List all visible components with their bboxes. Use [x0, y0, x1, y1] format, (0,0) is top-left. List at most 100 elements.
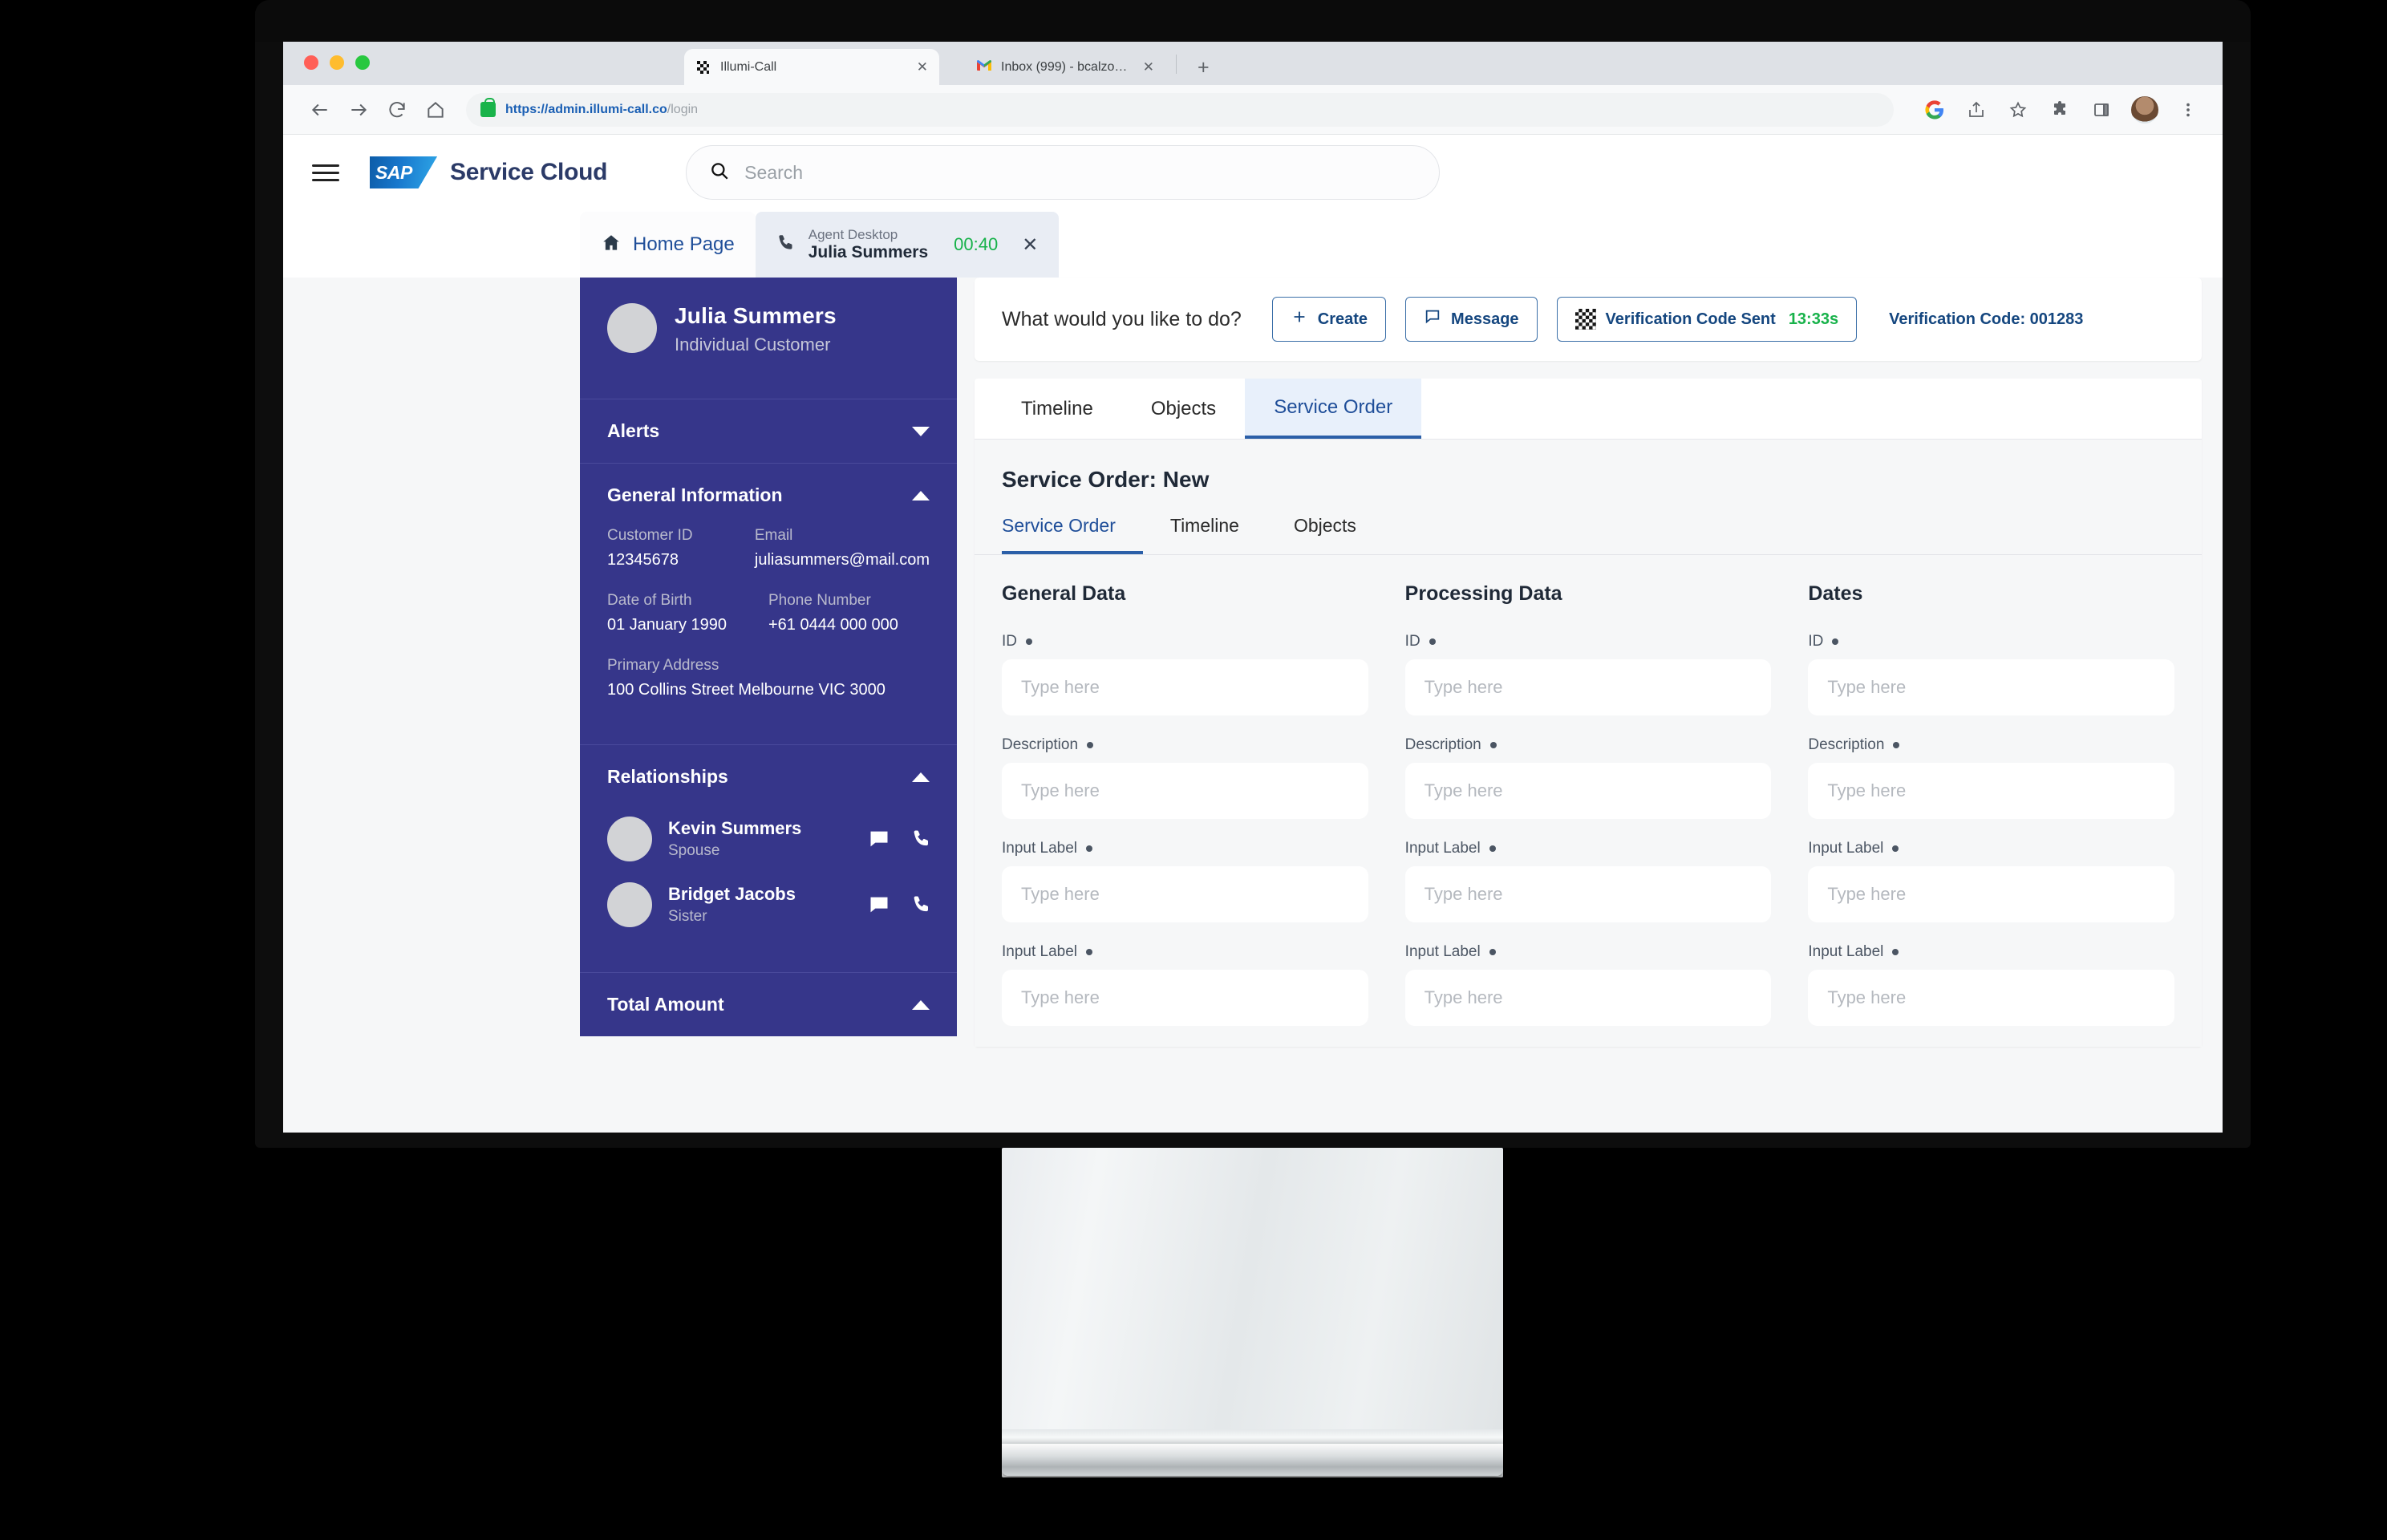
section-general-information-header[interactable]: General Information — [580, 464, 957, 527]
input-dates-id[interactable]: Type here — [1808, 659, 2175, 715]
chevron-up-icon[interactable] — [912, 772, 930, 782]
phone-icon[interactable] — [909, 825, 936, 853]
forward-icon[interactable] — [339, 91, 378, 129]
message-button[interactable]: Message — [1405, 297, 1538, 342]
profile-avatar-icon[interactable] — [2131, 95, 2158, 124]
field-label-row: Input Label — [1808, 840, 2174, 857]
extensions-puzzle-icon[interactable] — [2048, 98, 2072, 122]
chat-icon[interactable] — [865, 891, 893, 918]
input-general-3[interactable]: Type here — [1002, 866, 1368, 922]
minimize-window-icon[interactable] — [330, 55, 344, 70]
home-icon[interactable] — [416, 91, 455, 129]
info-row: Customer ID 12345678 Email juliasummers@… — [607, 527, 930, 569]
workspace-tab-home-page[interactable]: Home Page — [580, 212, 756, 278]
customer-type: Individual Customer — [675, 334, 831, 355]
info-label: Customer ID — [607, 527, 693, 544]
input-dates-4[interactable]: Type here — [1808, 970, 2175, 1026]
phone-icon[interactable] — [909, 891, 936, 918]
message-button-label: Message — [1451, 310, 1519, 328]
info-cell-email: Email juliasummers@mail.com — [755, 527, 930, 569]
browser-tab-illumi-call[interactable]: Illumi-Call ✕ — [684, 49, 939, 85]
input-processing-4[interactable]: Type here — [1404, 970, 1772, 1026]
share-icon[interactable] — [1964, 98, 1988, 122]
section-title: Relationships — [607, 766, 728, 787]
field-label-row: Input Label — [1808, 943, 2174, 961]
side-panel-icon[interactable] — [2089, 98, 2113, 122]
info-cell-phone-number: Phone Number +61 0444 000 000 — [768, 592, 930, 634]
chevron-up-icon[interactable] — [912, 490, 930, 500]
field-label-row: Input Label — [1405, 840, 1772, 857]
input-general-4[interactable]: Type here — [1002, 970, 1368, 1026]
info-cell-primary-address: Primary Address 100 Collins Street Melbo… — [607, 657, 930, 699]
main-content: What would you like to do? Create Messag… — [975, 278, 2223, 1047]
workspace: Julia Summers Individual Customer Alerts… — [283, 278, 2223, 1133]
input-general-description[interactable]: Type here — [1002, 763, 1368, 819]
chat-icon[interactable] — [865, 825, 893, 853]
search-icon — [709, 160, 730, 185]
field-label: ID — [1808, 633, 1824, 650]
new-tab-button[interactable]: + — [1198, 58, 1210, 78]
browser-tab-inbox[interactable]: Inbox (999) - bcalzoni@liltots.e... ✕ — [965, 49, 1165, 85]
monitor-frame: Illumi-Call ✕ Inbox (999) - bcalzoni@lil… — [255, 0, 2251, 1148]
input-dates-3[interactable]: Type here — [1808, 866, 2175, 922]
subtab-timeline[interactable]: Timeline — [1143, 515, 1266, 554]
close-icon[interactable]: ✕ — [917, 60, 928, 74]
subtab-service-order[interactable]: Service Order — [1002, 515, 1143, 554]
browser-tab-title: Illumi-Call — [720, 59, 777, 74]
close-icon[interactable]: ✕ — [1143, 60, 1154, 74]
close-icon[interactable]: ✕ — [1022, 233, 1038, 257]
chevron-down-icon[interactable] — [912, 426, 930, 436]
section-title: General Information — [607, 484, 783, 505]
field-processing-description: Description Type here — [1404, 736, 1772, 819]
section-total-amount-header[interactable]: Total Amount — [580, 973, 957, 1036]
relationship-role: Spouse — [668, 842, 720, 859]
field-general-input-4: Input Label Type here — [1002, 943, 1368, 1026]
close-window-icon[interactable] — [304, 55, 318, 70]
info-cell-date-of-birth: Date of Birth 01 January 1990 — [607, 592, 768, 634]
required-dot-icon — [1892, 949, 1899, 955]
avatar — [607, 882, 652, 927]
address-bar[interactable]: https://admin.illumi-call.co/login — [466, 92, 1894, 127]
field-label-row: Input Label — [1002, 840, 1368, 857]
section-relationships-header[interactable]: Relationships — [580, 745, 957, 808]
section-relationships: Relationships Kevin Summers Spouse Bridg… — [580, 744, 957, 972]
customer-panel: Julia Summers Individual Customer Alerts… — [580, 278, 957, 1036]
section-alerts-header[interactable]: Alerts — [580, 399, 957, 463]
google-icon[interactable] — [1923, 98, 1947, 122]
bookmark-star-icon[interactable] — [2006, 98, 2030, 122]
field-processing-id: ID Type here — [1404, 633, 1772, 715]
search-input[interactable]: Search — [686, 145, 1441, 200]
tab-service-order[interactable]: Service Order — [1245, 379, 1422, 439]
field-label-row: Description — [1808, 736, 2174, 754]
reload-icon[interactable] — [378, 91, 416, 129]
home-icon — [601, 233, 622, 257]
call-timer: 00:40 — [954, 234, 999, 254]
form-column-general-data: General Data ID Type here Description Ty… — [1002, 582, 1368, 1047]
subtab-objects[interactable]: Objects — [1266, 515, 1384, 554]
input-general-id[interactable]: Type here — [1002, 659, 1368, 715]
create-button[interactable]: Create — [1271, 297, 1387, 342]
input-processing-id[interactable]: Type here — [1404, 659, 1772, 715]
input-dates-description[interactable]: Type here — [1808, 763, 2175, 819]
hamburger-menu-icon[interactable] — [312, 164, 339, 181]
maximize-window-icon[interactable] — [355, 55, 370, 70]
customer-header: Julia Summers Individual Customer — [580, 278, 957, 399]
list-item[interactable]: Bridget Jacobs Sister — [607, 882, 936, 927]
list-item[interactable]: Kevin Summers Spouse — [607, 817, 936, 861]
tab-timeline[interactable]: Timeline — [992, 379, 1122, 439]
input-processing-description[interactable]: Type here — [1404, 763, 1772, 819]
required-dot-icon — [1832, 638, 1839, 645]
create-button-label: Create — [1317, 310, 1368, 328]
verification-code-sent-button[interactable]: Verification Code Sent 13:33s — [1556, 297, 1858, 342]
chevron-up-icon[interactable] — [912, 999, 930, 1010]
section-title: Alerts — [607, 420, 660, 441]
chrome-menu-icon[interactable] — [2176, 98, 2200, 122]
workspace-tab-agent-desktop[interactable]: Agent Desktop Julia Summers 00:40 ✕ — [755, 212, 1060, 278]
field-general-input-3: Input Label Type here — [1002, 840, 1368, 922]
relationship-text: Bridget Jacobs Sister — [668, 884, 849, 926]
relationship-text: Kevin Summers Spouse — [668, 818, 849, 860]
back-icon[interactable] — [301, 91, 339, 129]
tab-objects[interactable]: Objects — [1122, 379, 1245, 439]
field-label: Description — [1002, 736, 1079, 753]
input-processing-3[interactable]: Type here — [1404, 866, 1772, 922]
